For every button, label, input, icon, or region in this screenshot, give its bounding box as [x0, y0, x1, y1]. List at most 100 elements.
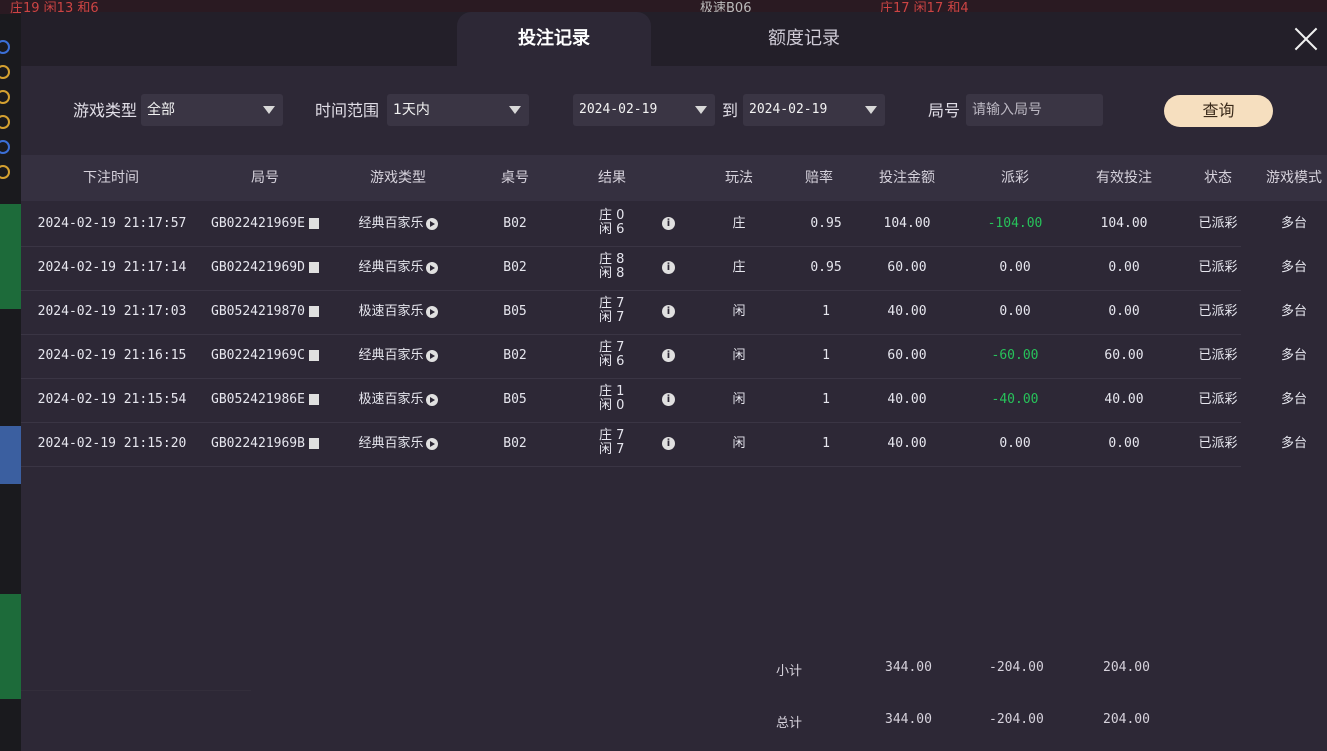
query-button[interactable]: 查询 [1164, 95, 1273, 127]
total-label: 总计 [776, 716, 803, 731]
play-video-icon[interactable] [425, 349, 438, 362]
bet-amount: 60.00 [887, 348, 927, 363]
total-valid: 204.00 [1103, 712, 1150, 727]
table-number: B05 [503, 392, 527, 407]
column-header: 投注金额 [879, 170, 935, 186]
payout: 0.00 [999, 304, 1031, 319]
column-header: 游戏模式 [1266, 170, 1322, 186]
time-range-label: 时间范围 [315, 101, 380, 120]
total-amount: 344.00 [885, 712, 932, 727]
table-row: 2024-02-19 21:17:14 GB022421969D 经典百家乐 B02 庄… [21, 246, 1307, 291]
column-header: 玩法 [725, 170, 753, 186]
play-video-icon[interactable] [425, 393, 438, 406]
summary-divider [21, 690, 251, 691]
copy-icon[interactable] [308, 350, 319, 361]
subtotal-valid: 204.00 [1103, 660, 1150, 675]
game-type-cell: 极速百家乐 [338, 378, 458, 422]
result-player: 闲 0 [599, 398, 625, 413]
play-video-icon[interactable] [425, 217, 438, 230]
tab-bet-records[interactable]: 投注记录 [457, 12, 651, 66]
table-row: 2024-02-19 21:15:20 GB022421969B 经典百家乐 B02 庄… [21, 422, 1307, 467]
table-number: B02 [503, 348, 527, 363]
result-player: 闲 8 [599, 266, 625, 281]
result-cell: 庄 7闲 7 [599, 297, 624, 325]
info-icon[interactable]: i [662, 393, 675, 406]
game-mode: 多台 [1280, 260, 1307, 275]
status: 已派彩 [1198, 436, 1238, 451]
status: 已派彩 [1198, 260, 1238, 275]
result-player: 闲 6 [599, 222, 625, 237]
copy-icon[interactable] [308, 438, 319, 449]
game-type: 经典百家乐 [358, 436, 424, 451]
result-banker: 庄 8 [599, 252, 625, 267]
column-header: 结果 [598, 170, 626, 186]
result-cell: 庄 7闲 6 [599, 341, 624, 369]
bet-type: 庄 [732, 260, 746, 275]
tab-credit-records[interactable]: 额度记录 [701, 12, 907, 66]
game-type-cell: 经典百家乐 [338, 422, 458, 466]
time-range-select[interactable]: 1天内 [387, 94, 529, 126]
table-row: 2024-02-19 21:15:54 GB052421986E 极速百家乐 B05 庄… [21, 378, 1307, 423]
column-header: 下注时间 [83, 170, 139, 186]
payout: 0.00 [999, 260, 1031, 275]
bet-amount: 60.00 [887, 260, 927, 275]
background-green-panel [0, 594, 22, 699]
game-type: 经典百家乐 [358, 216, 424, 231]
odds: 1 [822, 304, 830, 319]
info-icon[interactable]: i [662, 261, 675, 274]
result-cell: 庄 8闲 8 [599, 253, 624, 281]
round-id: GB022421969D [211, 260, 305, 275]
round-id-cell: GB052421986E [205, 378, 325, 422]
info-icon[interactable]: i [662, 305, 675, 318]
game-type-cell: 极速百家乐 [338, 290, 458, 334]
column-header: 游戏类型 [370, 170, 426, 186]
date-to-select[interactable]: 2024-02-19 [743, 94, 885, 126]
odds: 0.95 [810, 260, 842, 275]
game-type-select[interactable]: 全部 [141, 94, 283, 126]
date-to-separator: 到 [722, 101, 739, 120]
status: 已派彩 [1198, 392, 1238, 407]
background-green-panel [0, 204, 22, 309]
copy-icon[interactable] [308, 306, 319, 317]
game-mode: 多台 [1280, 216, 1307, 231]
result-banker: 庄 0 [599, 208, 625, 223]
column-header: 赔率 [805, 170, 833, 186]
valid-bet: 0.00 [1108, 260, 1140, 275]
game-type-value: 全部 [147, 102, 175, 118]
column-header: 派彩 [1001, 170, 1029, 186]
valid-bet: 40.00 [1104, 392, 1144, 407]
road-dot-icon [0, 65, 10, 79]
bet-type: 闲 [732, 304, 746, 319]
play-video-icon[interactable] [425, 305, 438, 318]
valid-bet: 0.00 [1108, 304, 1140, 319]
bet-amount: 40.00 [887, 304, 927, 319]
copy-icon[interactable] [308, 262, 319, 273]
play-video-icon[interactable] [425, 261, 438, 274]
column-header: 局号 [251, 170, 279, 186]
column-header: 有效投注 [1096, 170, 1152, 186]
copy-icon[interactable] [308, 218, 319, 229]
table-number: B05 [503, 304, 527, 319]
copy-icon[interactable] [308, 394, 319, 405]
round-id: GB022421969B [211, 436, 305, 451]
odds: 0.95 [810, 216, 842, 231]
valid-bet: 0.00 [1108, 436, 1140, 451]
bet-time: 2024-02-19 21:16:15 [37, 348, 187, 363]
result-player: 闲 7 [599, 442, 625, 457]
round-input[interactable]: 请输入局号 [966, 94, 1103, 126]
bet-amount: 40.00 [887, 392, 927, 407]
chevron-down-icon [865, 106, 877, 114]
info-icon[interactable]: i [662, 437, 675, 450]
info-icon[interactable]: i [662, 349, 675, 362]
subtotal-label: 小计 [776, 664, 803, 679]
info-icon[interactable]: i [662, 217, 675, 230]
total-payout: -204.00 [989, 712, 1044, 727]
result-player: 闲 6 [599, 354, 625, 369]
odds: 1 [822, 348, 830, 363]
table-row: 2024-02-19 21:16:15 GB022421969C 经典百家乐 B02 庄… [21, 334, 1307, 379]
play-video-icon[interactable] [425, 437, 438, 450]
column-header: 状态 [1204, 170, 1232, 186]
bet-type: 庄 [732, 216, 746, 231]
close-icon[interactable] [1291, 24, 1321, 54]
date-from-select[interactable]: 2024-02-19 [573, 94, 715, 126]
